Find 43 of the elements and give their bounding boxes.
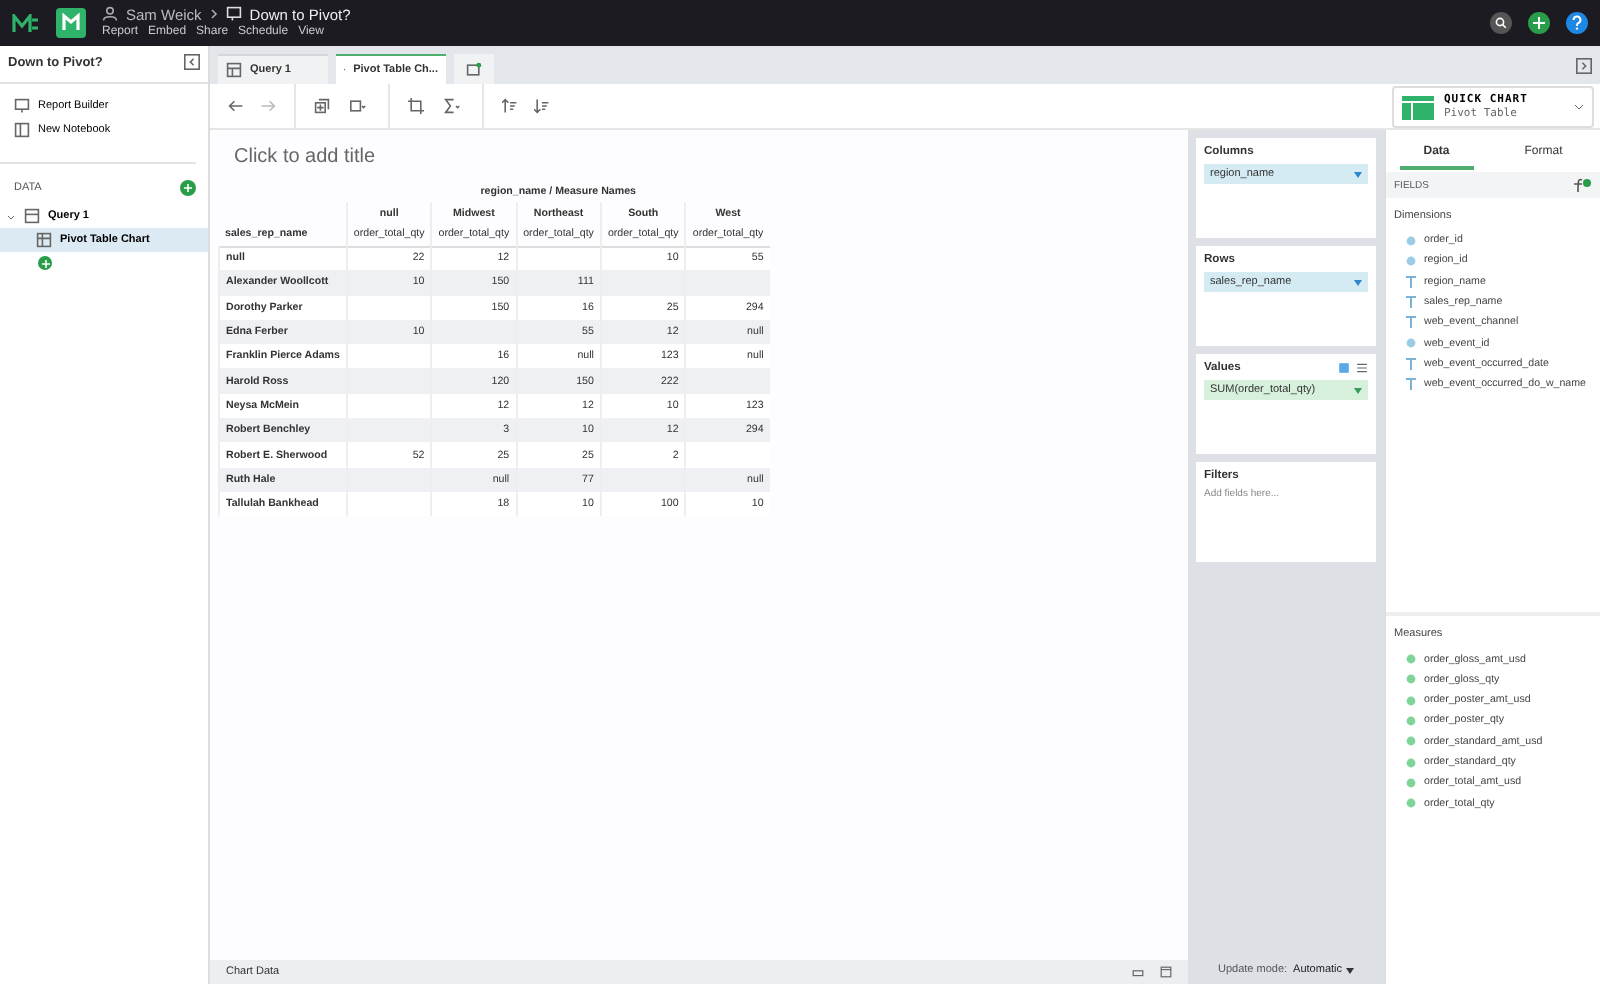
image-dropdown-icon <box>346 98 370 114</box>
chevron-down-icon <box>1574 102 1584 112</box>
add-element-button[interactable] <box>38 256 52 270</box>
notebook-icon <box>14 122 30 138</box>
add-page-button[interactable] <box>454 54 494 84</box>
user-icon <box>102 6 118 22</box>
add-page-icon <box>466 61 482 77</box>
add-icon[interactable] <box>1528 12 1550 34</box>
forward-arrow-icon <box>260 98 276 114</box>
caret-icon <box>1354 387 1362 393</box>
sigma-icon <box>440 98 464 114</box>
chevron-right-icon <box>209 8 218 20</box>
sort-ascending-icon <box>502 98 518 114</box>
crop-icon <box>408 98 424 114</box>
minimize-icon <box>1132 966 1144 978</box>
text-type-icon <box>1406 357 1416 370</box>
caret-icon <box>1354 171 1362 177</box>
text-type-icon <box>1406 296 1416 309</box>
caret-icon <box>1346 967 1355 973</box>
add-data-button[interactable] <box>180 180 196 196</box>
presentation-icon <box>14 98 30 114</box>
collapse-panel-icon <box>184 54 200 70</box>
text-type-icon <box>1406 378 1416 391</box>
expand-panel-icon <box>1576 57 1592 73</box>
grid-icon <box>36 232 52 248</box>
chart-title-placeholder[interactable]: Click to add title <box>218 146 1180 168</box>
add-element-icon <box>314 98 330 114</box>
text-type-icon <box>1406 316 1416 329</box>
text-type-icon <box>1406 275 1416 288</box>
list-icon <box>1356 362 1368 374</box>
logo-icon <box>12 13 40 33</box>
document-icon <box>225 6 242 22</box>
info-icon <box>1338 362 1350 374</box>
help-icon[interactable] <box>1566 12 1588 34</box>
search-icon[interactable] <box>1490 12 1512 34</box>
pivot-chart-icon <box>1402 95 1434 119</box>
back-arrow-icon <box>228 98 244 114</box>
maximize-icon <box>1160 966 1172 978</box>
formula-icon[interactable] <box>1574 178 1592 192</box>
number-type-icon <box>1406 338 1416 349</box>
caret-icon <box>1354 279 1362 285</box>
sort-descending-icon <box>534 98 550 114</box>
app-logo-icon[interactable] <box>56 8 86 38</box>
